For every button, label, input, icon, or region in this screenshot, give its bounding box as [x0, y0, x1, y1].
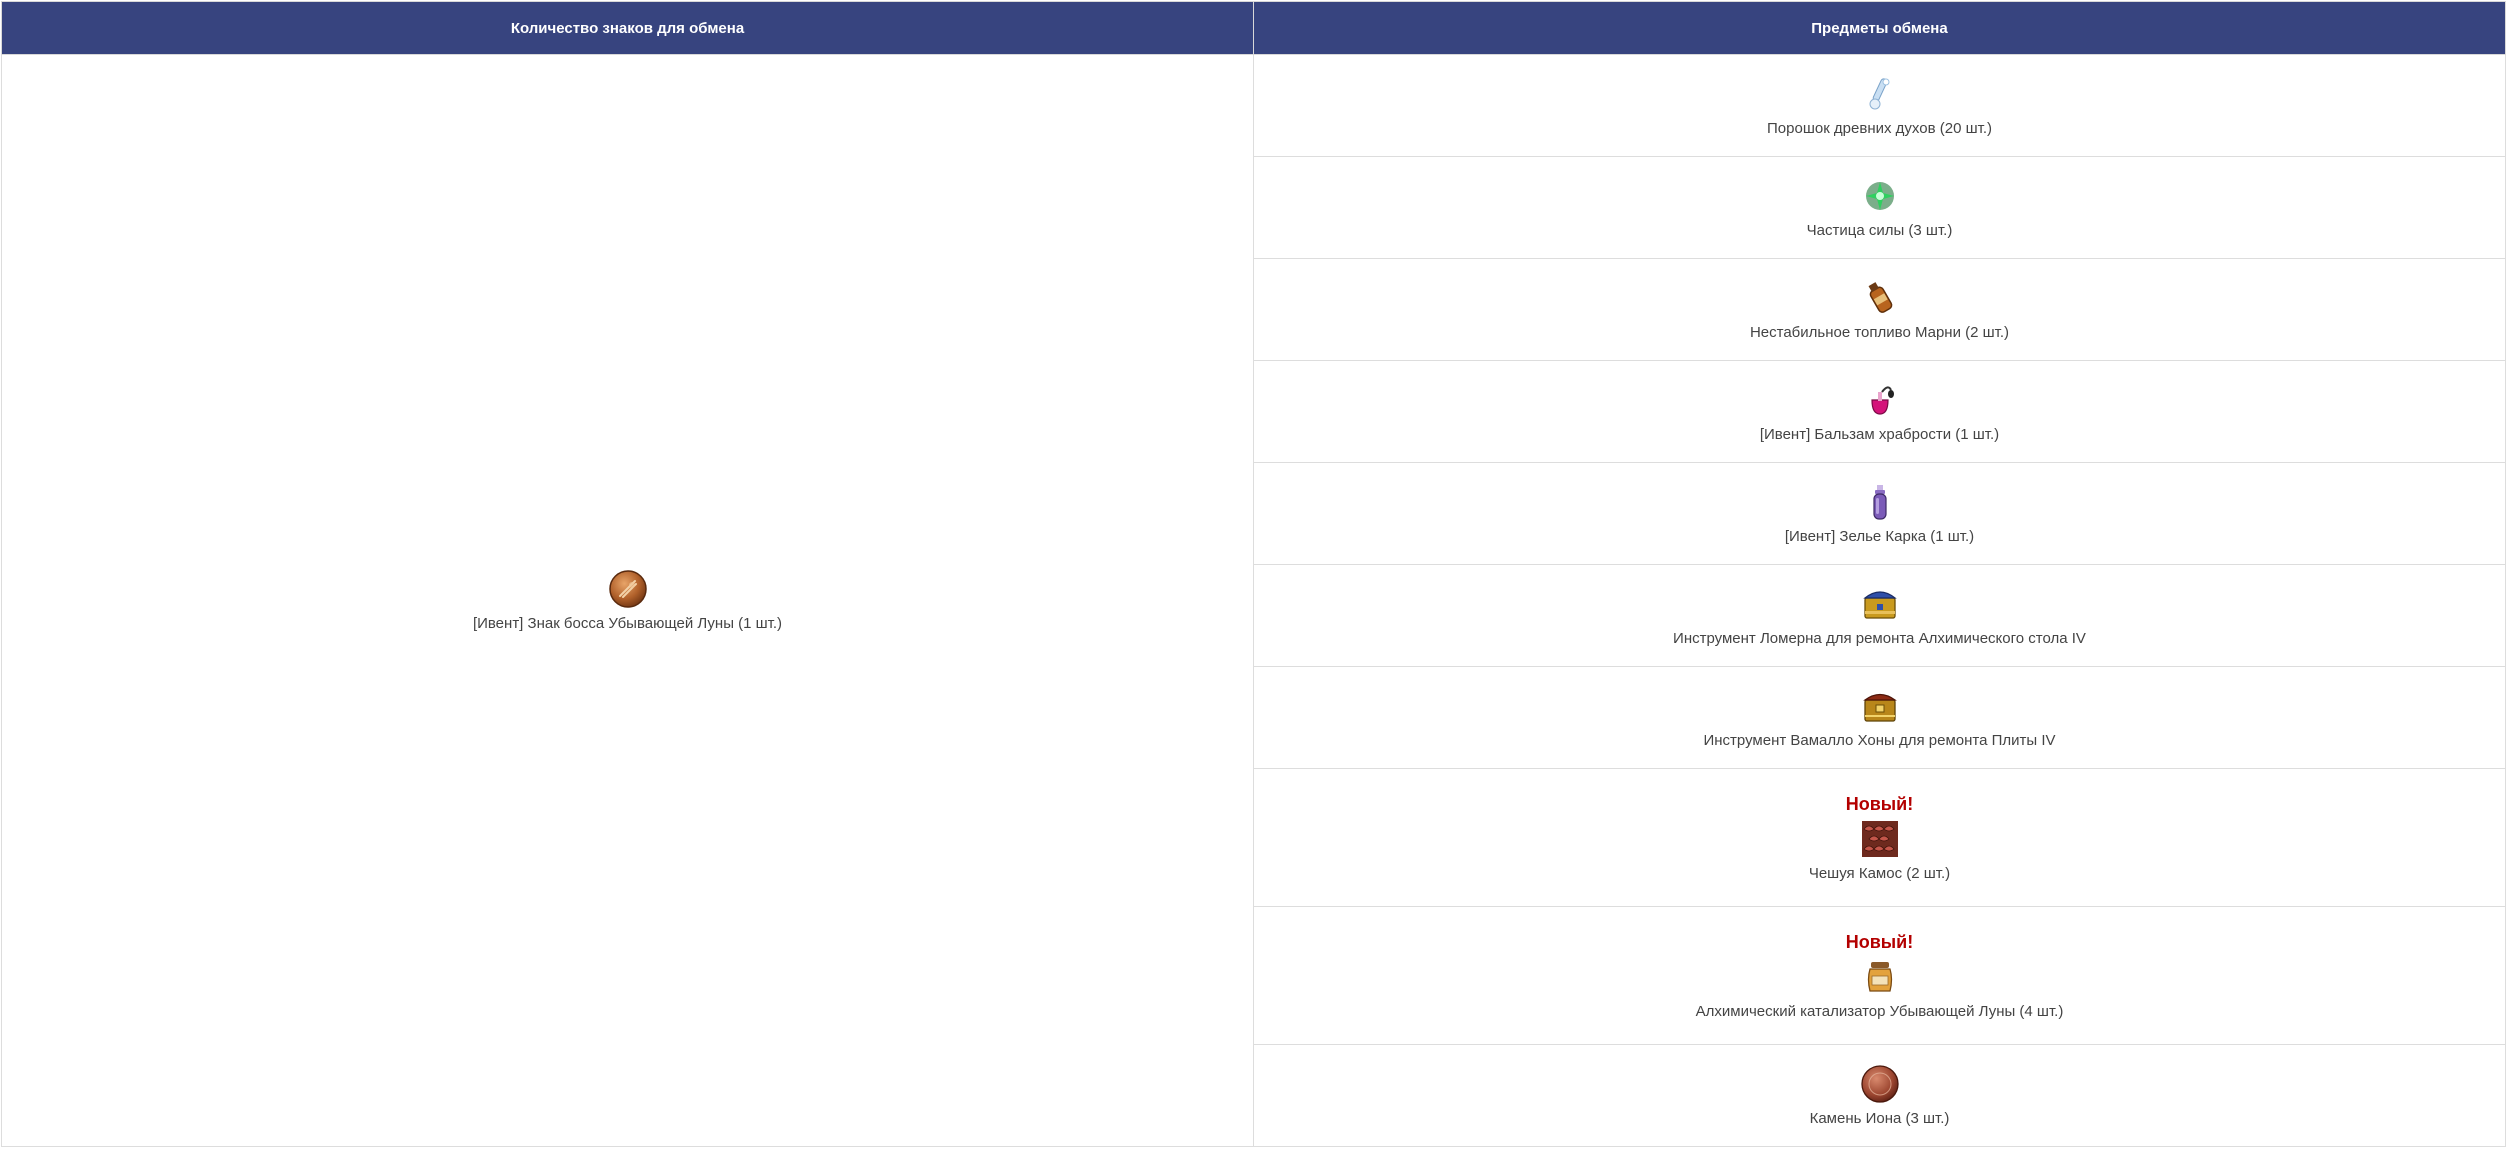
item-label: Чешуя Камос (2 шт.) — [1808, 864, 1951, 882]
header-row: Количество знаков для обмена Предметы об… — [1, 1, 2506, 55]
boss-token-coin-icon — [608, 569, 648, 609]
balm-perfume-icon — [1860, 380, 1900, 420]
list-item: [Ивент] Бальзам храбрости (1 шт.) — [1253, 360, 2506, 463]
item-label: Частица силы (3 шт.) — [1806, 221, 1953, 239]
potion-bottle-icon — [1860, 482, 1900, 522]
table-row: [Ивент] Знак босса Убывающей Луны (1 шт.… — [1, 54, 2506, 1147]
header-sign-count: Количество знаков для обмена — [1, 1, 1254, 55]
spirit-powder-icon — [1860, 74, 1900, 114]
tool-chest-blue-icon — [1860, 584, 1900, 624]
item-label: Алхимический катализатор Убывающей Луны … — [1695, 1002, 2064, 1020]
kamos-scale-icon — [1860, 819, 1900, 859]
item-label: Камень Иона (3 шт.) — [1809, 1109, 1950, 1127]
item-label: [Ивент] Бальзам храбрости (1 шт.) — [1759, 425, 2000, 443]
catalyst-jar-icon — [1860, 957, 1900, 997]
list-item: Нестабильное топливо Марни (2 шт.) — [1253, 258, 2506, 361]
item-label: Нестабильное топливо Марни (2 шт.) — [1749, 323, 2010, 341]
fuel-bottle-icon — [1860, 278, 1900, 318]
ion-stone-icon — [1860, 1064, 1900, 1104]
power-particle-icon — [1860, 176, 1900, 216]
list-item: Камень Иона (3 шт.) — [1253, 1044, 2506, 1147]
item-label: Инструмент Вамалло Хоны для ремонта Плит… — [1703, 731, 2056, 749]
list-item: [Ивент] Зелье Карка (1 шт.) — [1253, 462, 2506, 565]
item-label: [Ивент] Зелье Карка (1 шт.) — [1784, 527, 1975, 545]
new-badge: Новый! — [1845, 793, 1914, 814]
list-item: Инструмент Ломерна для ремонта Алхимичес… — [1253, 564, 2506, 667]
list-item: Порошок древних духов (20 шт.) — [1253, 54, 2506, 157]
source-item-cell: [Ивент] Знак босса Убывающей Луны (1 шт.… — [1, 54, 1254, 1147]
new-badge: Новый! — [1845, 931, 1914, 952]
item-label: Порошок древних духов (20 шт.) — [1767, 119, 1992, 137]
header-exchange-items: Предметы обмена — [1253, 1, 2506, 55]
list-item: Новый! Чешуя Камос (2 шт.) — [1253, 768, 2506, 907]
list-item: Инструмент Вамалло Хоны для ремонта Плит… — [1253, 666, 2506, 769]
list-item: Частица силы (3 шт.) — [1253, 156, 2506, 259]
list-item: Новый! Алхимический катализатор Убывающе… — [1253, 906, 2506, 1045]
item-label: Инструмент Ломерна для ремонта Алхимичес… — [1673, 629, 2086, 647]
exchange-table: Количество знаков для обмена Предметы об… — [1, 1, 2506, 1147]
tool-chest-gold-icon — [1860, 686, 1900, 726]
source-item-label: [Ивент] Знак босса Убывающей Луны (1 шт.… — [472, 614, 783, 632]
